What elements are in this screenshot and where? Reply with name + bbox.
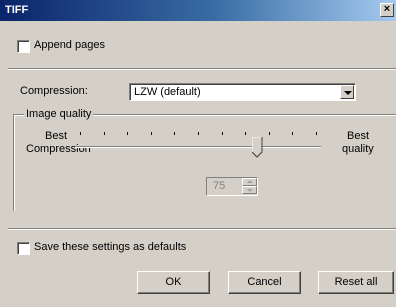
save-defaults-label: Save these settings as defaults [34, 241, 187, 253]
ok-button[interactable]: OK [137, 271, 210, 294]
image-quality-group [13, 114, 396, 211]
best-compression-label-line1: Best [45, 130, 68, 142]
append-pages-checkbox[interactable] [17, 40, 30, 53]
compression-value: LZW (default) [134, 86, 201, 98]
best-quality-label-line1: Best [347, 130, 370, 142]
quality-slider-track[interactable] [75, 146, 321, 148]
title-bar: TIFF × [0, 0, 396, 21]
slider-tick [174, 132, 175, 135]
slider-tick [127, 132, 128, 135]
best-compression-label-line2: Compression [26, 143, 91, 155]
window-title: TIFF [5, 4, 29, 16]
spin-up-icon[interactable] [242, 178, 257, 186]
slider-tick [104, 132, 105, 135]
slider-tick [222, 132, 223, 135]
cancel-button[interactable]: Cancel [228, 271, 301, 294]
close-icon: × [383, 3, 391, 15]
slider-tick [198, 132, 199, 135]
slider-tick [316, 132, 317, 135]
compression-label: Compression: [20, 85, 88, 97]
spin-down-icon[interactable] [242, 186, 257, 194]
quality-value: 75 [213, 180, 226, 192]
slider-tick [245, 132, 246, 135]
slider-tick [80, 132, 81, 135]
save-defaults-checkbox[interactable] [17, 242, 30, 255]
quality-slider-thumb[interactable] [252, 137, 263, 158]
quality-spinbox[interactable]: 75 [206, 177, 258, 196]
compression-select[interactable]: LZW (default) [129, 83, 356, 101]
append-pages-label: Append pages [34, 39, 105, 51]
divider [8, 228, 396, 230]
best-quality-label-line2: quality [342, 143, 374, 155]
reset-all-button[interactable]: Reset all [318, 271, 394, 294]
divider [8, 68, 396, 70]
image-quality-group-label: Image quality [24, 108, 94, 120]
slider-tick [269, 132, 270, 135]
close-button[interactable]: × [380, 3, 394, 17]
slider-tick [292, 132, 293, 135]
slider-tick [151, 132, 152, 135]
chevron-down-icon[interactable] [340, 85, 354, 99]
